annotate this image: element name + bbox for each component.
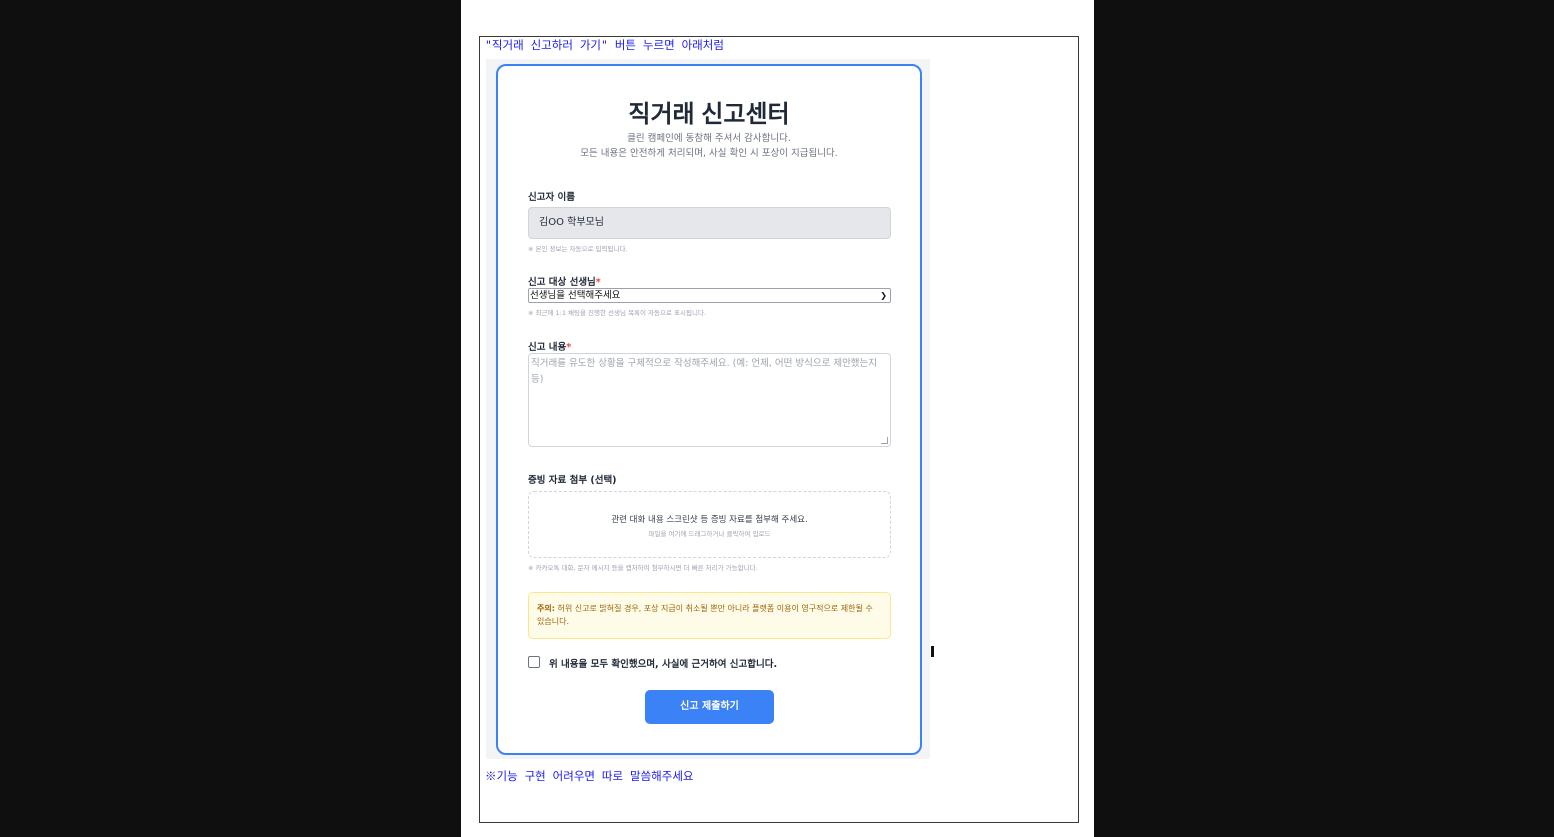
form-screenshot: 직거래 신고센터 클린 캠페인에 동참해 주셔서 감사합니다. 모든 내용은 안…: [486, 59, 930, 759]
evidence-helper-text: ※ 카카오톡 대화, 문자 메시지 등을 캡처하여 첨부하시면 더 빠른 처리가…: [528, 564, 758, 572]
confirm-checkbox-label[interactable]: 위 내용을 모두 확인했으며, 사실에 근거하여 신고합니다.: [549, 656, 777, 670]
top-annotation: "직거래 신고하러 가기" 버튼 누르면 아래처럼: [485, 38, 724, 52]
teacher-select[interactable]: 선생님을 선택해주세요 ❯: [528, 288, 891, 303]
dropzone-sub-text: 파일을 여기에 드래그하거나 클릭하여 업로드: [648, 530, 771, 538]
dropzone-main-text: 관련 대화 내용 스크린샷 등 증빙 자료를 첨부해 주세요.: [611, 515, 808, 525]
evidence-label: 증빙 자료 첨부 (선택): [528, 475, 617, 486]
confirm-checkbox[interactable]: [528, 656, 540, 668]
document-page: "직거래 신고하러 가기" 버튼 누르면 아래처럼 직거래 신고센터 클린 캠페…: [461, 0, 1094, 837]
target-helper-text: ※ 최근에 1:1 채팅을 진행한 선생님 목록이 자동으로 표시됩니다.: [528, 309, 707, 317]
submit-report-button[interactable]: 신고 제출하기: [645, 690, 774, 724]
warning-notice: 주의: 허위 신고로 밝혀질 경우, 포상 지급이 취소될 뿐만 아니라 플랫폼…: [528, 592, 891, 639]
file-upload-dropzone[interactable]: 관련 대화 내용 스크린샷 등 증빙 자료를 첨부해 주세요. 파일을 여기에 …: [528, 491, 891, 558]
teacher-select-value: 선생님을 선택해주세요: [530, 290, 621, 301]
target-teacher-label-text: 신고 대상 선생님: [528, 277, 596, 288]
required-mark: *: [595, 277, 601, 288]
subtitle-line-1: 클린 캠페인에 동참해 주셔서 감사합니다.: [627, 133, 791, 144]
reporter-helper-text: ※ 본인 정보는 자동으로 입력됩니다.: [528, 245, 628, 253]
report-content-placeholder: 직거래를 유도한 상황을 구체적으로 작성해주세요. (예: 언제, 어떤 방식…: [531, 358, 878, 385]
report-form-card: 직거래 신고센터 클린 캠페인에 동참해 주셔서 감사합니다. 모든 내용은 안…: [496, 64, 922, 755]
report-content-label-text: 신고 내용: [528, 342, 567, 353]
required-mark: *: [566, 342, 572, 353]
reporter-name-label: 신고자 이름: [528, 192, 576, 203]
warning-text: 허위 신고로 밝혀질 경우, 포상 지급이 취소될 뿐만 아니라 플랫폼 이용이…: [537, 604, 873, 626]
subtitle-line-2: 모든 내용은 안전하게 처리되며, 사실 확인 시 포상이 지급됩니다.: [580, 148, 838, 159]
page-title: 직거래 신고센터: [628, 101, 790, 128]
report-content-textarea[interactable]: 직거래를 유도한 상황을 구체적으로 작성해주세요. (예: 언제, 어떤 방식…: [528, 353, 891, 447]
resize-handle[interactable]: [881, 437, 888, 444]
report-content-label: 신고 내용*: [528, 339, 571, 353]
warning-prefix: 주의:: [537, 604, 555, 613]
reporter-name-field: 김OO 학부모님: [528, 207, 891, 239]
target-teacher-label: 신고 대상 선생님*: [528, 274, 601, 288]
chevron-down-icon: ❯: [880, 291, 887, 300]
bottom-annotation: ※기능 구현 어려우면 따로 말씀해주세요: [485, 769, 694, 783]
text-cursor: [931, 646, 934, 657]
document-frame: "직거래 신고하러 가기" 버튼 누르면 아래처럼 직거래 신고센터 클린 캠페…: [479, 36, 1079, 823]
